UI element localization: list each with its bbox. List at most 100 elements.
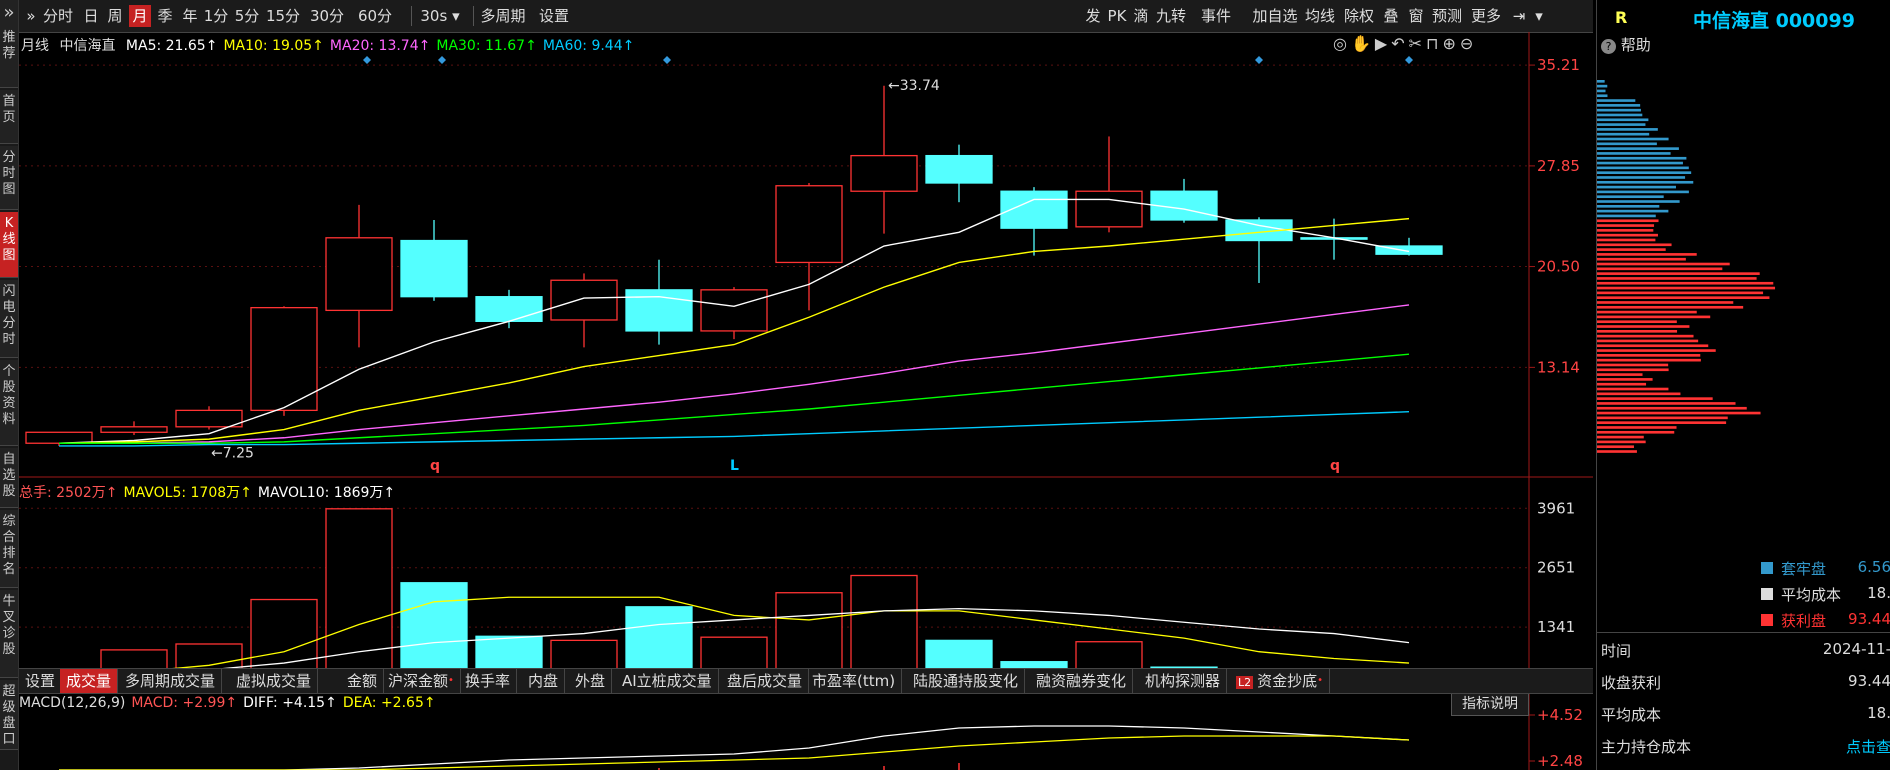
trapped-chip-bar [1597, 99, 1636, 102]
candlestick-chart[interactable]: 35.21 27.85 20.50 13.14 ←33.74 ←7.25 q Lq 3961 26… [19, 32, 1593, 770]
price-tick-label: 27.85 [1537, 157, 1580, 175]
trapped-chip-bar [1597, 195, 1664, 199]
legend-item: MACD(12,26,9) [19, 695, 126, 711]
indicator-tab[interactable]: 设置 [19, 669, 63, 693]
toolbar-item[interactable]: 预测 [1429, 5, 1465, 27]
info-value: 93.44 [1848, 672, 1890, 690]
left-nav-char: 个 [2, 364, 16, 379]
left-nav-item[interactable]: 首页 [0, 90, 18, 144]
toolbar-item[interactable]: 加自选 [1251, 5, 1299, 27]
indicator-tab-label: 换手率 [465, 672, 511, 690]
expand-right-icon[interactable]: ⇥ [1509, 5, 1529, 27]
left-nav-item[interactable]: 个股资料 [0, 360, 18, 446]
period-tab[interactable]: 30分 [303, 5, 351, 27]
left-nav-item[interactable]: 闪电分时 [0, 280, 18, 358]
period-tab[interactable]: 周 [103, 5, 127, 27]
trapped-chip-bar [1597, 176, 1686, 179]
indicator-tab[interactable]: 外盘 [569, 669, 613, 693]
trapped-chip-bar [1597, 156, 1687, 160]
toolbar-item[interactable]: 发 [1083, 5, 1103, 27]
left-nav-char: 盘 [2, 716, 16, 731]
indicator-tab[interactable]: 成交量 [60, 669, 119, 693]
indicator-tab[interactable]: 陆股通持股变化 [907, 669, 1026, 693]
indicator-tab[interactable]: 虚拟成交量 [230, 669, 319, 693]
left-nav-char: 叉 [2, 610, 16, 625]
trapped-chip-bar [1597, 185, 1676, 189]
indicator-tab[interactable]: 机构探测器 [1139, 669, 1228, 693]
info-row: 平均成本 18. [1597, 704, 1890, 726]
multi-period-button[interactable]: 多周期 [477, 5, 529, 27]
indicator-tab[interactable]: 多周期成交量 [119, 669, 223, 693]
indicator-tab[interactable]: 换手率 [459, 669, 518, 693]
double-chevron-right-icon[interactable]: » [23, 5, 39, 27]
toolbar-item[interactable]: 除权 [1341, 5, 1377, 27]
toolbar-item[interactable]: 窗 [1405, 5, 1427, 27]
r-label: R [1615, 8, 1628, 27]
indicator-tab-label: AI立桩成交量 [622, 672, 712, 690]
toolbar-item[interactable]: 九转 [1153, 5, 1189, 27]
profit-chip-bar [1597, 354, 1701, 357]
period-tab[interactable]: 年 [179, 5, 201, 27]
chevron-down-icon[interactable]: ▾ [1531, 5, 1547, 27]
indicator-tab[interactable]: AI立桩成交量 [616, 669, 719, 693]
settings-button[interactable]: 设置 [537, 5, 571, 27]
profit-chip-bar [1597, 368, 1669, 372]
trapped-chip-bar [1597, 104, 1641, 107]
indicator-tab[interactable]: 金额 [341, 669, 385, 693]
toolbar-item[interactable]: PK [1105, 5, 1129, 27]
help-button[interactable]: ? 帮助 [1601, 34, 1651, 55]
left-nav-item[interactable]: 自选股 [0, 448, 18, 508]
period-tab[interactable]: 15分 [265, 5, 301, 27]
chip-legend-label: 套牢盘 [1781, 560, 1827, 578]
trapped-chip-bar [1597, 80, 1605, 83]
profit-chip-bar [1597, 229, 1654, 232]
profit-chip-bar [1597, 296, 1770, 299]
profit-chip-bar [1597, 411, 1761, 415]
indicator-explain-button[interactable]: 指标说明 [1451, 692, 1529, 716]
secs-select[interactable]: 30s ▾ [415, 5, 465, 27]
l2-badge: L2 [1236, 676, 1254, 689]
chart-area[interactable]: 月线 中信海直 MA5: 21.65↑ MA10: 19.05↑ MA20: 13.… [19, 32, 1593, 770]
left-nav-char: 线 [2, 232, 16, 247]
expand-icon[interactable]: » [0, 0, 18, 27]
toolbar-item[interactable]: 均线 [1301, 5, 1339, 27]
toolbar-item[interactable]: 更多 [1467, 5, 1505, 27]
left-nav-item[interactable]: K线图 [0, 212, 18, 278]
indicator-tab[interactable]: 盘后成交量 [721, 669, 810, 693]
indicator-tab[interactable]: 内盘 [522, 669, 566, 693]
period-tab[interactable]: 分时 [39, 5, 77, 27]
period-tab[interactable]: 日 [81, 5, 101, 27]
trapped-chip-bar [1597, 123, 1646, 126]
indicator-tab[interactable]: 市盈率(ttm) [806, 669, 903, 693]
period-tab[interactable]: 月 [129, 5, 151, 27]
left-nav-char: 级 [2, 700, 16, 715]
left-nav-char: 排 [2, 546, 16, 561]
profit-chip-bar [1597, 286, 1776, 290]
profit-chip-bar [1597, 310, 1697, 314]
left-nav-item[interactable]: 综合排名 [0, 510, 18, 588]
left-nav-item[interactable]: 推荐 [0, 26, 18, 88]
info-row[interactable]: 主力持仓成本 点击查 [1597, 736, 1890, 758]
trapped-chip-bar [1597, 118, 1649, 122]
toolbar-item[interactable]: 滴 [1131, 5, 1151, 27]
toolbar-item[interactable]: 叠 [1379, 5, 1403, 27]
indicator-tab[interactable]: L2 资金抄底• [1230, 669, 1331, 693]
indicator-tab[interactable]: 融资融券变化 [1030, 669, 1134, 693]
period-tab[interactable]: 60分 [353, 5, 397, 27]
info-key: 主力持仓成本 [1601, 738, 1692, 756]
profit-chip-bar [1597, 277, 1757, 280]
price-tick-label: 35.21 [1537, 56, 1580, 74]
indicator-tab-label: 成交量 [66, 672, 112, 690]
indicator-tab[interactable]: 沪深金额• [382, 669, 461, 693]
left-nav-char: 选 [2, 468, 16, 483]
left-nav-item[interactable]: 分时图 [0, 146, 18, 210]
left-nav-char: 推 [2, 30, 16, 45]
left-nav-item[interactable]: 超级盘口 [0, 680, 18, 750]
chip-legend-value: 93.44 [1848, 610, 1890, 628]
period-tab[interactable]: 季 [153, 5, 177, 27]
volume-tick-label: 2651 [1537, 559, 1575, 577]
toolbar-item[interactable]: 事件 [1191, 5, 1241, 27]
period-tab[interactable]: 5分 [231, 5, 263, 27]
period-tab[interactable]: 1分 [203, 5, 229, 27]
left-nav-item[interactable]: 牛叉诊股 [0, 590, 18, 678]
